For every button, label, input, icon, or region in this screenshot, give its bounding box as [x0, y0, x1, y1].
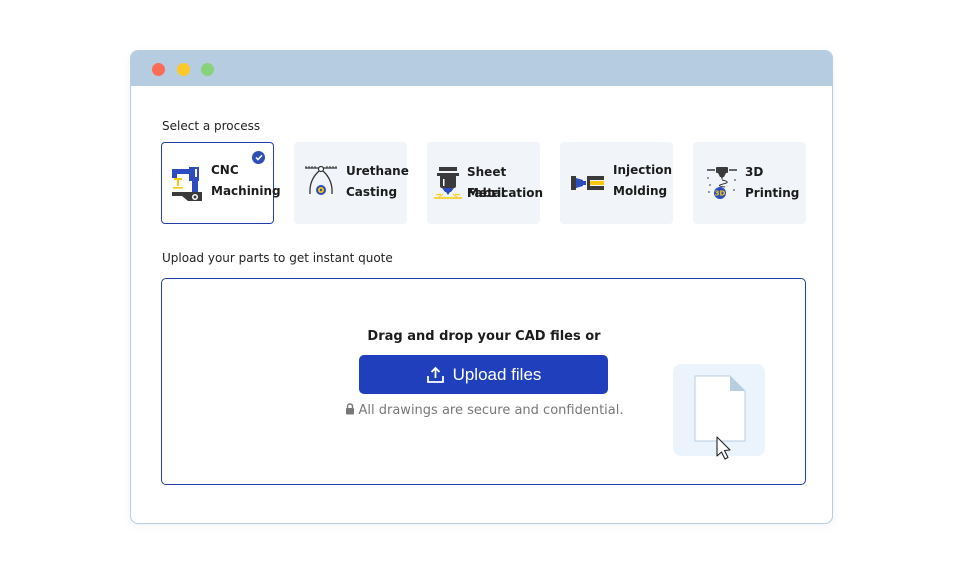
- process-name-line2: Casting: [346, 185, 398, 199]
- process-section-label: Select a process: [162, 119, 261, 133]
- cnc-machine-icon: [172, 167, 202, 201]
- file-dropzone[interactable]: Drag and drop your CAD files or Upload f…: [161, 278, 806, 485]
- upload-files-button[interactable]: Upload files: [359, 355, 608, 394]
- security-note-text: All drawings are secure and confidential…: [358, 403, 624, 418]
- process-card-3d-printing[interactable]: 3D 3D Printing: [693, 142, 806, 224]
- file-drop-illustration: [673, 364, 765, 460]
- process-card-cnc-machining[interactable]: CNC Machining: [161, 142, 281, 224]
- svg-text:3D: 3D: [715, 190, 726, 198]
- upload-section-label: Upload your parts to get instant quote: [162, 251, 393, 265]
- process-card-sheet-metal-fabrication[interactable]: Sheet Metal Fabrication: [427, 142, 544, 224]
- 3d-printer-icon: 3D: [707, 167, 737, 199]
- close-window-button[interactable]: [152, 63, 165, 76]
- lock-icon: [345, 403, 354, 415]
- process-name-line1: CNC: [211, 163, 239, 177]
- process-name-line1: 3D: [745, 165, 764, 179]
- upload-files-label: Upload files: [452, 364, 542, 384]
- process-name-line1: Urethane: [346, 164, 409, 178]
- injection-molding-icon: [571, 176, 604, 190]
- minimize-window-button[interactable]: [177, 63, 190, 76]
- title-bar: [131, 51, 832, 86]
- file-document-icon: [694, 375, 746, 460]
- process-name-line2: Printing: [745, 186, 800, 200]
- maximize-window-button[interactable]: [201, 63, 214, 76]
- process-card-injection-molding[interactable]: Injection Molding: [560, 142, 673, 224]
- process-name-line2: Machining: [211, 184, 281, 198]
- app-window: Select a process CNC Machining Urethane …: [130, 50, 833, 524]
- drag-drop-instructions: Drag and drop your CAD files or: [367, 329, 601, 344]
- urethane-casting-icon: [305, 165, 337, 195]
- process-name-line2: Molding: [613, 184, 668, 198]
- sheet-metal-icon: [434, 167, 462, 199]
- selected-check-icon: [252, 151, 265, 164]
- process-options: CNC Machining Urethane Casting Sheet Met…: [161, 142, 806, 224]
- process-card-urethane-casting[interactable]: Urethane Casting: [294, 142, 409, 224]
- upload-icon: [426, 366, 444, 383]
- process-name-line2: Fabrication: [467, 186, 544, 200]
- process-name-line1: Injection: [613, 163, 673, 177]
